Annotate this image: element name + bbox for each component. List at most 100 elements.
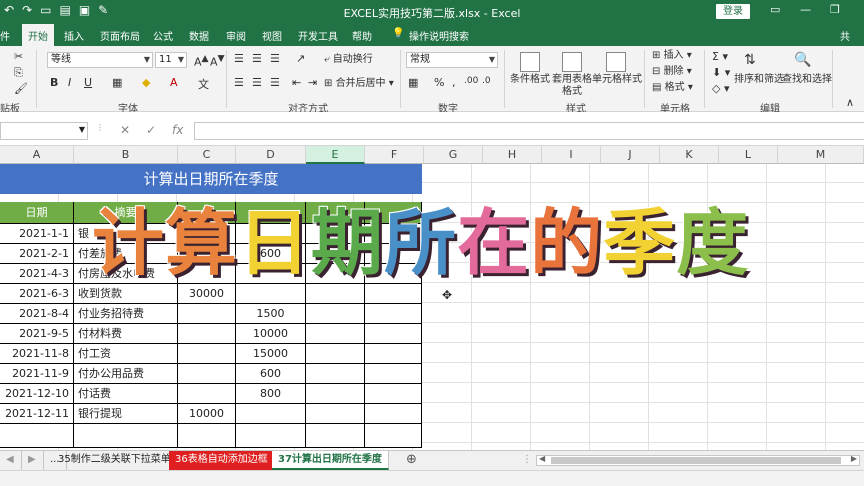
wrap-text-button[interactable]: ⤶ 自动换行	[324, 54, 373, 66]
next-sheet-icon[interactable]: ▶	[22, 451, 44, 470]
sheet-tab-37[interactable]: 37计算出日期所在季度	[272, 451, 389, 470]
table-cell[interactable]: 2021-2-1	[0, 244, 74, 264]
cancel-icon[interactable]: ✕	[120, 123, 130, 137]
sheet-tab-35[interactable]: 35制作二级关联下拉菜单	[52, 451, 178, 470]
align-middle-icon[interactable]: ☰	[252, 52, 262, 65]
table-cell[interactable]: 30000	[178, 284, 236, 304]
sort-filter-icon[interactable]: ⇅	[744, 52, 756, 68]
tab-home[interactable]: 开始	[22, 24, 54, 46]
grow-font-icon[interactable]: A▲	[194, 53, 209, 69]
table-cell[interactable]: 2021-11-9	[0, 364, 74, 384]
table-cell[interactable]	[306, 304, 365, 324]
table-cell[interactable]: 10000	[178, 404, 236, 424]
table-cell[interactable]	[178, 304, 236, 324]
table-cell[interactable]	[306, 404, 365, 424]
share-icon[interactable]: 共	[840, 28, 850, 43]
column-header-h[interactable]: H	[483, 146, 542, 164]
column-header-b[interactable]: B	[74, 146, 178, 164]
comma-style-icon[interactable]: ,	[452, 76, 456, 89]
format-cells-button[interactable]: ▤ 格式 ▾	[652, 82, 693, 94]
align-top-icon[interactable]: ☰	[234, 52, 244, 65]
sort-filter-button[interactable]: 排序和筛选	[734, 74, 784, 86]
table-cell[interactable]: 付话费	[74, 384, 178, 404]
format-painter-icon[interactable]: 🖌	[14, 82, 28, 95]
number-format-select[interactable]: 常规 ▼	[406, 52, 498, 68]
phonetic-icon[interactable]: 文	[198, 76, 209, 92]
table-cell[interactable]: 2021-8-4	[0, 304, 74, 324]
table-cell[interactable]: 付工资	[74, 344, 178, 364]
horizontal-scrollbar[interactable]: ◀ ▶	[536, 454, 860, 466]
insert-cells-button[interactable]: ⊞ 插入 ▾	[652, 50, 692, 62]
increase-indent-icon[interactable]: ⇥	[308, 76, 317, 89]
increase-decimal-icon[interactable]: .00	[464, 76, 478, 86]
table-cell[interactable]	[236, 284, 306, 304]
underline-button[interactable]: U	[84, 76, 92, 89]
table-cell[interactable]	[365, 404, 422, 424]
table-cell[interactable]	[178, 384, 236, 404]
collapse-ribbon-icon[interactable]: ∧	[846, 96, 854, 109]
table-cell[interactable]	[365, 304, 422, 324]
table-cell[interactable]	[0, 424, 74, 448]
table-cell[interactable]: 2021-6-3	[0, 284, 74, 304]
table-cell[interactable]	[178, 364, 236, 384]
column-header-e[interactable]: E	[306, 146, 365, 164]
table-cell[interactable]: 1500	[236, 304, 306, 324]
fill-icon[interactable]: ⬇ ▾	[712, 66, 730, 79]
table-cell[interactable]: 2021-4-3	[0, 264, 74, 284]
table-cell[interactable]: 付业务招待费	[74, 304, 178, 324]
align-right-icon[interactable]: ☰	[270, 76, 280, 89]
accounting-format-icon[interactable]: ▦	[408, 76, 418, 89]
table-header-cell[interactable]: 日期	[0, 202, 74, 224]
tab-developer[interactable]: 开发工具	[298, 28, 338, 43]
font-name-select[interactable]: 等线 ▼	[47, 52, 153, 68]
table-cell[interactable]	[236, 424, 306, 448]
cell-styles-button[interactable]: 单元格样式	[592, 74, 642, 86]
table-cell[interactable]	[74, 424, 178, 448]
table-cell[interactable]	[306, 344, 365, 364]
table-cell[interactable]	[306, 424, 365, 448]
table-cell[interactable]: 2021-12-10	[0, 384, 74, 404]
fill-color-icon[interactable]: ◆	[142, 76, 150, 89]
tab-view[interactable]: 视图	[262, 28, 282, 43]
column-header-a[interactable]: A	[0, 146, 74, 164]
decrease-indent-icon[interactable]: ⇤	[292, 76, 301, 89]
tab-insert[interactable]: 插入	[64, 28, 84, 43]
tab-help[interactable]: 帮助	[352, 28, 372, 43]
clear-icon[interactable]: ◇ ▾	[712, 82, 729, 95]
align-bottom-icon[interactable]: ☰	[270, 52, 280, 65]
align-left-icon[interactable]: ☰	[234, 76, 244, 89]
format-as-table-button[interactable]: 套用表格格式	[548, 74, 596, 98]
border-icon[interactable]: ▦	[112, 76, 122, 89]
cut-icon[interactable]: ✂	[14, 50, 23, 63]
tab-data[interactable]: 数据	[189, 28, 209, 43]
find-select-button[interactable]: 查找和选择	[782, 74, 832, 86]
tell-me-search[interactable]: 操作说明搜索	[409, 28, 469, 43]
orientation-icon[interactable]: ↗	[296, 52, 305, 65]
column-header-l[interactable]: L	[719, 146, 778, 164]
insert-function-icon[interactable]: fx	[172, 123, 183, 137]
bold-button[interactable]: B	[50, 76, 58, 89]
sheet-tab-36[interactable]: 36表格自动添加边框	[169, 451, 275, 470]
decrease-decimal-icon[interactable]: .0	[482, 76, 491, 86]
column-header-m[interactable]: M	[778, 146, 864, 164]
table-cell[interactable]: 银行提现	[74, 404, 178, 424]
table-cell[interactable]	[365, 284, 422, 304]
table-cell[interactable]: 收到货款	[74, 284, 178, 304]
autosum-icon[interactable]: Σ ▾	[712, 50, 728, 63]
italic-button[interactable]: I	[68, 76, 71, 89]
tab-formulas[interactable]: 公式	[153, 28, 173, 43]
table-cell[interactable]: 付办公用品费	[74, 364, 178, 384]
prev-sheet-icon[interactable]: ◀	[0, 451, 22, 470]
merge-center-button[interactable]: ⊞ 合并后居中 ▾	[324, 78, 394, 90]
table-cell[interactable]	[306, 324, 365, 344]
align-center-icon[interactable]: ☰	[252, 76, 262, 89]
table-cell[interactable]: 10000	[236, 324, 306, 344]
table-cell[interactable]: 2021-12-11	[0, 404, 74, 424]
table-cell[interactable]	[365, 364, 422, 384]
login-button[interactable]: 登录	[716, 4, 750, 19]
restore-icon[interactable]: ❐	[830, 3, 840, 16]
table-cell[interactable]	[306, 284, 365, 304]
column-header-c[interactable]: C	[178, 146, 236, 164]
table-cell[interactable]	[365, 344, 422, 364]
table-cell[interactable]	[178, 424, 236, 448]
